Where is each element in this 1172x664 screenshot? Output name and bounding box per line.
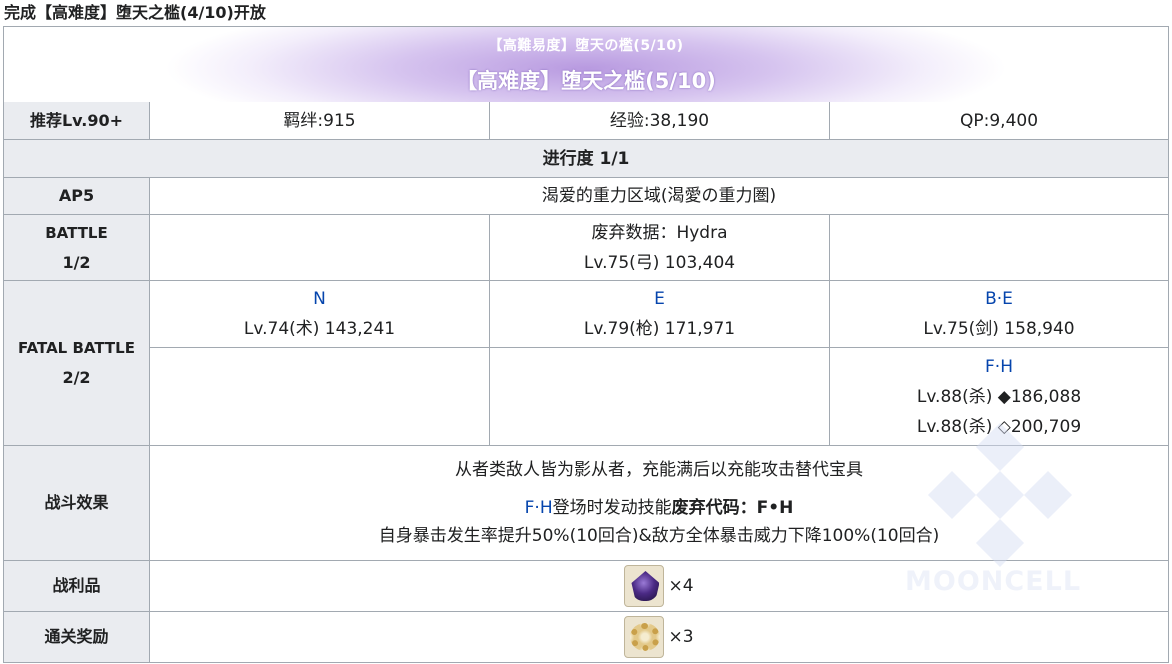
effect-line-1: 从者类敌人皆为影从者，充能满后以充能攻击替代宝具 [455,460,863,480]
loot-qty: ×4 [668,576,694,596]
enemy-cell: E Lv.79(枪) 171,971 [490,281,830,348]
battle-2-count: 2/2 [62,368,91,387]
battle-1-label: BATTLE 1/2 [4,215,150,280]
battle-2-row: FATAL BATTLE 2/2 N Lv.74(术) 143,241 E Lv… [4,281,1168,446]
enemy-stats: Lv.75(弓) 103,404 [583,252,736,273]
progress-label: 进行度 1/1 [4,140,1168,177]
battle-1-row: BATTLE 1/2 废弃数据：Hydra Lv.75(弓) 103,404 [4,215,1168,281]
quest-title-jp: 【高難易度】堕天の檻(5/10) [488,38,684,54]
enemy-link-e[interactable]: E [654,284,665,314]
enemy-link-fh[interactable]: F·H [985,352,1013,382]
dark-gem-icon[interactable] [624,565,665,607]
loot-row: 战利品 ×4 [4,561,1168,612]
battle-1-count: 1/2 [62,252,91,272]
enemy-stats: Lv.79(枪) 171,971 [583,319,736,339]
battle-1-enemy: 废弃数据：Hydra Lv.75(弓) 103,404 [490,215,830,280]
quest-title-banner: 【高難易度】堕天の檻(5/10) 【高难度】堕天之槛(5/10) [4,27,1168,103]
boss-stats-1: Lv.88(杀) ◆186,088 [916,386,1082,407]
effect-line-2-text: 登场时发动技能 [552,498,672,518]
clear-reward-row: 通关奖励 ×3 [4,612,1168,662]
enemy-cell: N Lv.74(术) 143,241 [150,281,490,348]
clear-reward-label: 通关奖励 [4,612,150,662]
effects-content: 从者类敌人皆为影从者，充能满后以充能攻击替代宝具 F·H登场时发动技能废弃代码：… [150,446,1168,560]
effect-line-2: F·H登场时发动技能废弃代码：F•H [525,494,794,522]
clear-reward-qty: ×3 [668,627,694,647]
quest-title-cn: 【高难度】堕天之槛(5/10) [456,69,716,93]
recommended-level: 推荐Lv.90+ [4,102,150,139]
battle-2-empty-left [150,348,490,445]
bond-value: 羁绊:915 [150,102,490,139]
progress-row: 进行度 1/1 [4,140,1168,178]
enemy-name: 废弃数据：Hydra [591,222,728,243]
skill-name: 废弃代码：F•H [671,498,794,518]
enemy-cell: B·E Lv.75(剑) 158,940 [830,281,1168,348]
loot-content: ×4 [150,561,1168,611]
qp-value: QP:9,400 [830,102,1168,139]
battle-2-title: FATAL BATTLE [18,339,135,357]
fh-link[interactable]: F·H [525,498,553,518]
battle-2-label: FATAL BATTLE 2/2 [4,281,150,445]
effects-row: 战斗效果 从者类敌人皆为影从者，充能满后以充能攻击替代宝具 F·H登场时发动技能… [4,446,1168,561]
battle-1-empty-right [830,215,1168,280]
enemy-link-n[interactable]: N [313,284,326,314]
battle-2-empty-mid [490,348,830,445]
unlock-condition-note: 完成【高难度】堕天之槛(4/10)开放 [4,3,266,22]
ap-row: AP5 渴爱的重力区域(渴愛の重力圏) [4,178,1168,215]
clear-reward-content: ×3 [150,612,1168,662]
boss-stats-2: Lv.88(杀) ◇200,709 [916,416,1082,437]
enemy-stats: Lv.74(术) 143,241 [243,319,396,339]
effects-label: 战斗效果 [4,446,150,560]
enemy-link-be[interactable]: B·E [985,284,1013,314]
quest-info-table: 【高難易度】堕天の檻(5/10) 【高难度】堕天之槛(5/10) 推荐Lv.90… [3,26,1169,663]
golden-ring-icon[interactable] [624,616,665,658]
battle-field: 渴爱的重力区域(渴愛の重力圏) [150,178,1168,214]
enemy-stats: Lv.75(剑) 158,940 [923,319,1075,339]
boss-cell: F·H Lv.88(杀) ◆186,088 Lv.88(杀) ◇200,709 [830,348,1168,445]
battle-1-empty-left [150,215,490,280]
exp-value: 经验:38,190 [490,102,830,139]
effect-line-3: 自身暴击发生率提升50%(10回合)&敌方全体暴击威力下降100%(10回合) [378,526,940,546]
battle-1-title: BATTLE [45,223,108,242]
loot-label: 战利品 [4,561,150,611]
ap-cost: AP5 [4,178,150,214]
rewards-row: 推荐Lv.90+ 羁绊:915 经验:38,190 QP:9,400 [4,102,1168,140]
